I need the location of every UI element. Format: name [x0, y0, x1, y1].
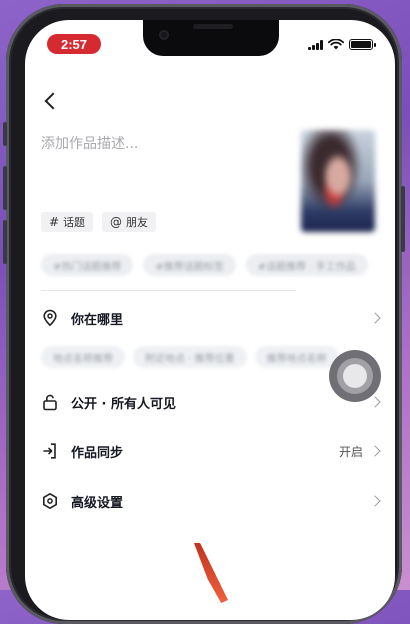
- front-camera-icon: [159, 30, 169, 40]
- chevron-left-icon: [44, 92, 62, 110]
- suggested-topic[interactable]: #话题推荐 · 手工作品: [245, 254, 368, 276]
- topic-chip-label: 话题: [63, 216, 86, 229]
- sync-row[interactable]: 作品同步 开启: [41, 438, 381, 464]
- advanced-settings-row[interactable]: 高级设置: [41, 488, 381, 514]
- divider: [41, 290, 296, 291]
- settings-hexagon-icon: [41, 492, 59, 510]
- privacy-label: 公开 · 所有人可见: [71, 396, 176, 412]
- sync-status: 开启: [338, 444, 363, 459]
- nearby-locations: 地点名称推荐 附近地点 · 推荐位置 推荐地点名称: [41, 346, 339, 368]
- status-time: 2:57: [47, 34, 101, 54]
- phone-screen: 2:57 # 话题 @ 朋友 #热门话题推荐 #推荐: [25, 20, 395, 620]
- chevron-right-icon: [369, 445, 381, 457]
- assistive-touch-button[interactable]: [329, 350, 381, 402]
- nearby-location[interactable]: 附近地点 · 推荐位置: [133, 346, 247, 368]
- suggested-topics: #热门话题推荐 #推荐话题标签 #话题推荐 · 手工作品: [41, 254, 368, 276]
- speaker-grille: [193, 24, 233, 29]
- location-label: 你在哪里: [71, 312, 124, 328]
- privacy-row[interactable]: 公开 · 所有人可见: [41, 389, 381, 415]
- volume-up-button: [3, 166, 7, 210]
- status-icons: [308, 39, 376, 50]
- unlock-icon: [41, 393, 59, 411]
- advanced-settings-label: 高级设置: [71, 495, 124, 511]
- sync-label: 作品同步: [71, 445, 124, 461]
- phone-frame: 2:57 # 话题 @ 朋友 #热门话题推荐 #推荐: [3, 4, 405, 624]
- video-cover-thumbnail[interactable]: [301, 130, 375, 232]
- notch: [143, 20, 279, 56]
- power-button: [401, 186, 405, 252]
- chevron-right-icon: [369, 312, 381, 324]
- assistive-touch-ring: [337, 358, 373, 394]
- location-pin-icon: [41, 309, 59, 327]
- back-button[interactable]: [40, 90, 62, 112]
- location-row[interactable]: 你在哪里: [41, 305, 381, 331]
- assistive-touch-dot: [343, 364, 367, 388]
- mention-friend-chip[interactable]: @ 朋友: [102, 212, 156, 232]
- nearby-location[interactable]: 地点名称推荐: [41, 346, 125, 368]
- cellular-signal-icon: [308, 39, 323, 50]
- volume-down-button: [3, 220, 7, 264]
- at-icon: @: [110, 215, 122, 229]
- battery-icon: [349, 39, 376, 50]
- description-input[interactable]: [41, 132, 286, 156]
- hashtag-icon: #: [49, 215, 60, 229]
- nearby-location[interactable]: 推荐地点名称: [254, 346, 339, 368]
- chevron-right-icon: [369, 495, 381, 507]
- topic-chip[interactable]: # 话题: [41, 212, 94, 232]
- suggested-topic[interactable]: #推荐话题标签: [143, 254, 236, 276]
- suggested-topic[interactable]: #热门话题推荐: [41, 254, 134, 276]
- sync-export-icon: [41, 442, 59, 460]
- chevron-right-icon: [369, 396, 381, 408]
- wifi-icon: [328, 39, 344, 50]
- mention-chip-label: 朋友: [126, 216, 148, 229]
- mute-switch: [3, 122, 7, 146]
